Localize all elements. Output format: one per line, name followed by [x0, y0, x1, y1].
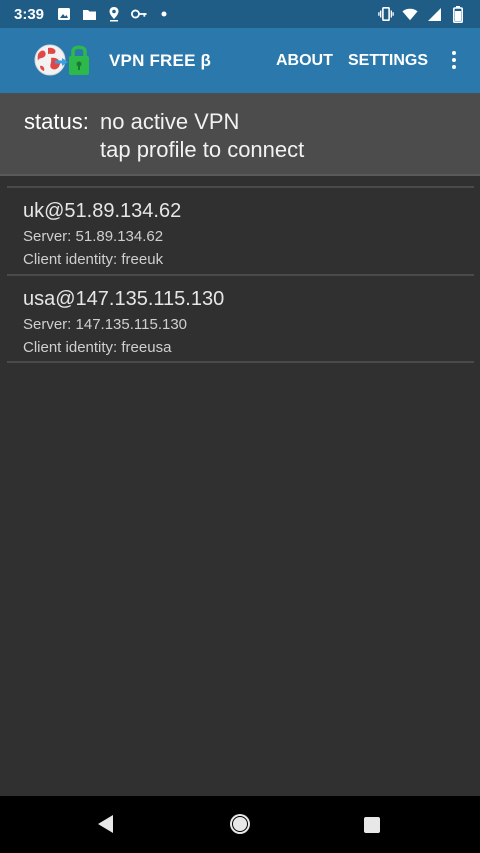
battery-icon: [450, 5, 466, 23]
more-vert-icon[interactable]: [446, 48, 462, 72]
profile-server: Server: 147.135.115.130: [23, 316, 188, 333]
profile-name: uk@51.89.134.62: [23, 200, 182, 222]
home-circle-icon[interactable]: [228, 812, 252, 841]
dot-icon: [156, 6, 172, 22]
vpn-status-panel: status: no active VPN tap profile to con…: [0, 93, 480, 176]
status-message: no active VPN: [100, 109, 240, 134]
status-label: status:: [24, 109, 89, 134]
key-icon: [131, 6, 147, 22]
profile-identity: Client identity: freeusa: [23, 339, 172, 356]
system-navigation-bar: [0, 796, 480, 853]
app-bar: VPN FREE β ABOUT SETTINGS: [0, 28, 480, 93]
profile-name: usa@147.135.115.130: [23, 288, 225, 310]
pin-icon: [106, 6, 122, 22]
system-status-bar: 3:39: [0, 0, 480, 28]
wifi-icon: [402, 6, 418, 22]
image-icon: [56, 6, 72, 22]
profile-item-uk[interactable]: uk@51.89.134.62 Server: 51.89.134.62 Cli…: [0, 188, 480, 274]
status-hint: tap profile to connect: [100, 137, 305, 162]
globe-lock-icon: [33, 41, 93, 79]
recents-square-icon[interactable]: [363, 816, 381, 839]
profile-server: Server: 51.89.134.62: [23, 228, 164, 245]
settings-menu-button[interactable]: SETTINGS: [348, 28, 428, 93]
app-title: VPN FREE β: [109, 51, 212, 70]
signal-icon: [426, 6, 442, 22]
folder-icon: [81, 6, 97, 22]
about-menu-button[interactable]: ABOUT: [276, 28, 333, 93]
back-triangle-icon[interactable]: [96, 814, 116, 839]
vibrate-icon: [378, 6, 394, 22]
list-divider: [7, 361, 474, 363]
profile-identity: Client identity: freeuk: [23, 251, 164, 268]
clock: 3:39: [14, 5, 45, 23]
profile-item-usa[interactable]: usa@147.135.115.130 Server: 147.135.115.…: [0, 276, 480, 362]
notification-icons: [56, 6, 172, 22]
system-icons: [378, 5, 466, 23]
